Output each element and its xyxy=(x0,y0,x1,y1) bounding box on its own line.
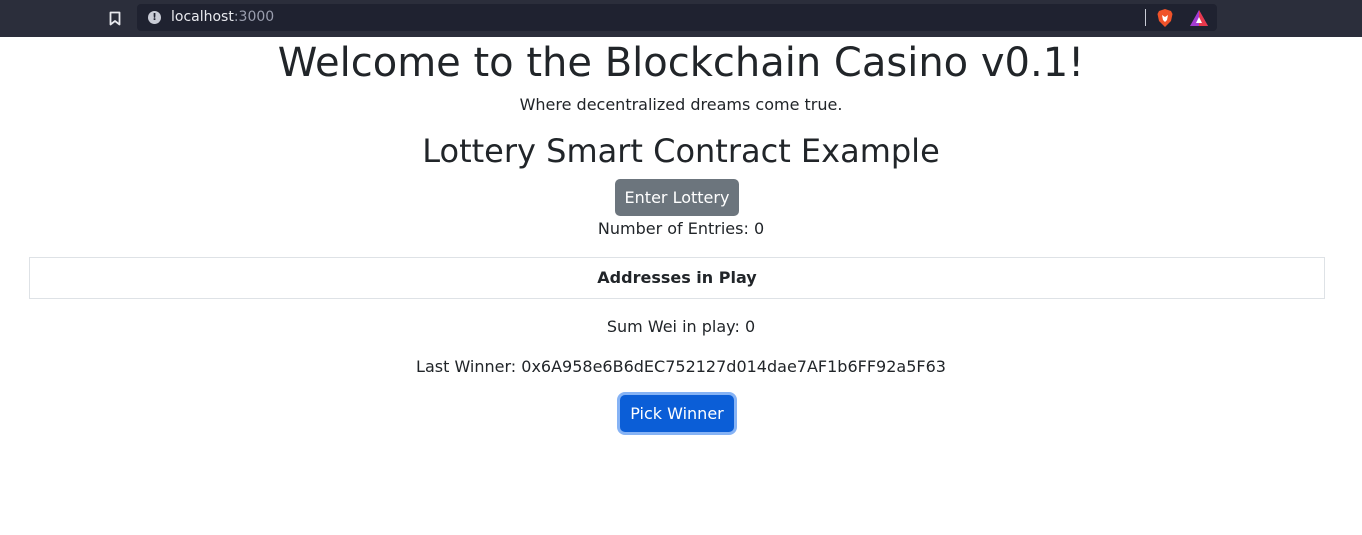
entries-count: Number of Entries: 0 xyxy=(597,219,765,238)
url-port: :3000 xyxy=(233,9,275,25)
enter-lottery-button[interactable]: Enter Lottery xyxy=(615,179,739,216)
section-title: Lottery Smart Contract Example xyxy=(422,132,940,170)
addresses-heading: Addresses in Play xyxy=(597,268,757,287)
brave-shields-icon[interactable] xyxy=(1156,8,1174,28)
url-text[interactable]: localhost:3000 xyxy=(171,9,274,25)
brave-rewards-icon[interactable] xyxy=(1189,9,1209,27)
address-bar-divider xyxy=(1145,9,1146,26)
site-info-icon[interactable]: ! xyxy=(148,11,161,24)
pick-winner-button[interactable]: Pick Winner xyxy=(620,395,734,432)
last-winner-text: Last Winner: 0x6A958e6B6dEC752127d014dae… xyxy=(416,357,946,376)
sum-wei-text: Sum Wei in play: 0 xyxy=(606,317,756,336)
bookmark-icon[interactable] xyxy=(106,8,124,28)
page-title: Welcome to the Blockchain Casino v0.1! xyxy=(277,40,1085,86)
addresses-in-play-panel: Addresses in Play xyxy=(29,257,1325,299)
browser-toolbar: ! localhost:3000 xyxy=(0,0,1362,37)
page-content: Welcome to the Blockchain Casino v0.1! W… xyxy=(0,37,1362,535)
url-host: localhost xyxy=(171,9,234,25)
tagline: Where decentralized dreams come true. xyxy=(519,95,843,114)
address-bar[interactable]: ! localhost:3000 xyxy=(137,4,1217,31)
